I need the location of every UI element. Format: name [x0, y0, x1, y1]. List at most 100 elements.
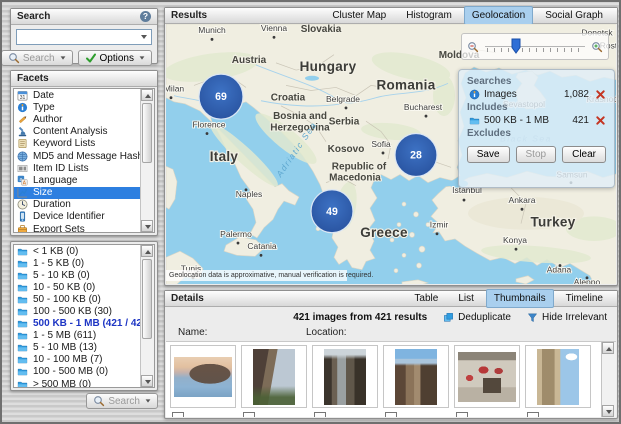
thumbnail-checkbox[interactable]: [456, 412, 468, 417]
size-value-item[interactable]: 10 - 100 MB (7): [14, 354, 154, 366]
scroll-down-button[interactable]: [141, 220, 153, 232]
thumbnail-flower-window-wall[interactable]: [454, 345, 520, 408]
save-button[interactable]: Save: [467, 146, 510, 163]
pencil-icon: [17, 114, 28, 125]
scroll-up-button[interactable]: [602, 342, 614, 354]
deduplicate-icon: [443, 312, 454, 323]
size-value-item[interactable]: 100 - 500 MB (0): [14, 366, 154, 378]
thumbnail-old-town-street[interactable]: [312, 345, 378, 408]
thumbnail-checkbox[interactable]: [527, 412, 539, 417]
facet-search-button[interactable]: Search: [86, 393, 158, 409]
scrollbar-thumb[interactable]: [142, 103, 152, 163]
size-value-item[interactable]: 10 - 50 KB (0): [14, 281, 154, 293]
tab-geolocation[interactable]: Geolocation: [464, 6, 533, 25]
thumbnail-checkbox[interactable]: [172, 412, 184, 417]
size-value-item[interactable]: 5 - 10 KB (0): [14, 269, 154, 281]
scroll-down-button[interactable]: [141, 375, 153, 387]
deduplicate-button-label: Deduplicate: [458, 312, 511, 323]
size-value-item[interactable]: 5 - 10 MB (13): [14, 342, 154, 354]
facet-item-keyword-lists[interactable]: Keyword Lists: [14, 138, 154, 150]
clear-button[interactable]: Clear: [562, 146, 606, 163]
magnifier-icon: [8, 52, 20, 64]
tab-table[interactable]: Table: [406, 289, 446, 308]
thumbnail-cell: [454, 345, 520, 417]
size-value-item[interactable]: 500 KB - 1 MB (421 / 421): [14, 318, 154, 330]
search-panel: Search ? Search Options: [10, 8, 158, 64]
tab-thumbnails[interactable]: Thumbnails: [486, 289, 554, 308]
include-item-count: 421: [572, 115, 589, 126]
facet-item-label: Author: [33, 114, 62, 125]
thumbnail-coastal-sunset[interactable]: [170, 345, 236, 408]
search-input[interactable]: [16, 29, 152, 45]
facet-item-item-id-lists[interactable]: Item ID Lists: [14, 162, 154, 174]
thumbnail-image: [395, 349, 437, 405]
zoom-slider[interactable]: [483, 38, 587, 56]
thumbnail-checkbox[interactable]: [314, 412, 326, 417]
facet-item-author[interactable]: Author: [14, 113, 154, 125]
facet-item-language[interactable]: aALanguage: [14, 174, 154, 186]
facet-item-content-analysis[interactable]: Content Analysis: [14, 126, 154, 138]
facet-item-label: Size: [33, 187, 52, 198]
search-button[interactable]: Search: [1, 50, 73, 66]
application-window: Search ? Search Options Facets 31: [0, 0, 621, 424]
thumbnails-scrollbar[interactable]: [601, 342, 616, 417]
size-value-item[interactable]: > 500 MB (0): [14, 378, 154, 388]
chevron-down-icon[interactable]: [141, 35, 147, 39]
thumbnail-cathedral-facade[interactable]: [525, 345, 591, 408]
details-toolbar: 421 images from 421 results Deduplicate …: [165, 307, 617, 327]
thumbnail-cell: [312, 345, 378, 417]
folder-icon: [17, 306, 28, 317]
scroll-up-button[interactable]: [141, 89, 153, 101]
facet-item-type[interactable]: Type: [14, 101, 154, 113]
zoom-in-icon[interactable]: [591, 41, 603, 53]
thumbnail-cobbled-alley[interactable]: [383, 345, 449, 408]
zoom-out-icon[interactable]: [467, 41, 479, 53]
tab-list[interactable]: List: [450, 289, 482, 308]
zoom-slider-handle[interactable]: [511, 38, 521, 53]
calendar-icon: 31: [17, 90, 28, 101]
facet-item-duration[interactable]: Duration: [14, 199, 154, 211]
facet-item-size[interactable]: Size: [14, 187, 154, 199]
close-icon[interactable]: [595, 89, 606, 100]
tab-histogram[interactable]: Histogram: [398, 6, 460, 25]
scroll-up-button[interactable]: [141, 245, 153, 257]
facets-scrollbar[interactable]: [140, 89, 154, 232]
tab-cluster-map[interactable]: Cluster Map: [324, 6, 394, 25]
size-value-item[interactable]: 1 - 5 KB (0): [14, 257, 154, 269]
size-value-item[interactable]: 1 - 5 MB (611): [14, 330, 154, 342]
search-panel-title-label: Search: [17, 9, 50, 24]
map-label: Milan: [166, 83, 184, 93]
help-icon[interactable]: ?: [140, 11, 151, 22]
options-button[interactable]: Options: [78, 50, 152, 66]
size-value-item[interactable]: 50 - 100 KB (0): [14, 293, 154, 305]
include-item-row: 500 KB - 1 MB 421: [469, 115, 606, 126]
include-item-label: 500 KB - 1 MB: [484, 115, 568, 126]
deduplicate-button[interactable]: Deduplicate: [443, 312, 511, 323]
size-value-item[interactable]: 100 - 500 KB (30): [14, 305, 154, 317]
tab-timeline[interactable]: Timeline: [558, 289, 611, 308]
facet-item-export-sets[interactable]: Export Sets: [14, 223, 154, 233]
facet-item-label: Duration: [33, 199, 71, 210]
thumbnail-checkbox[interactable]: [385, 412, 397, 417]
size-value-item[interactable]: < 1 KB (0): [14, 245, 154, 257]
stop-button[interactable]: Stop: [516, 146, 557, 163]
searches-section-label: Searches: [467, 76, 606, 87]
thumbnail-cell: [383, 345, 449, 417]
thumbnail-hillside-street[interactable]: [241, 345, 307, 408]
scroll-down-button[interactable]: [602, 405, 614, 417]
scrollbar-thumb[interactable]: [142, 259, 152, 339]
facet-item-device-identifier[interactable]: Device Identifier: [14, 211, 154, 223]
tab-social-graph[interactable]: Social Graph: [537, 6, 611, 25]
hide-irrelevant-button[interactable]: Hide Irrelevant: [527, 312, 607, 323]
thumbnail-checkbox[interactable]: [243, 412, 255, 417]
map-label: Aleppo: [574, 277, 601, 284]
city-dot: [345, 106, 348, 109]
map-label: Ankara: [509, 195, 536, 205]
folder-icon: [17, 318, 28, 329]
close-icon[interactable]: [595, 115, 606, 126]
city-dot: [206, 132, 209, 135]
facet-item-date[interactable]: 31Date: [14, 89, 154, 101]
facet-item-md5-and-message-hash[interactable]: MD5 and Message Hash: [14, 150, 154, 162]
size-values-scrollbar[interactable]: [140, 245, 154, 387]
geolocation-map[interactable]: MunichViennaSlovakiaAustriaHungaryCroati…: [166, 24, 616, 284]
